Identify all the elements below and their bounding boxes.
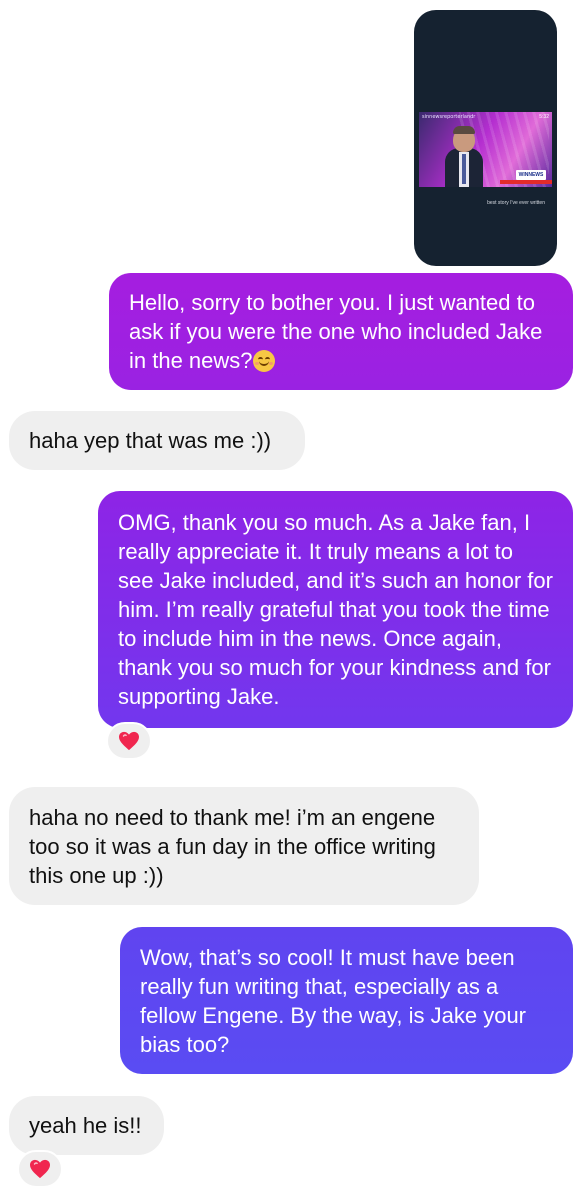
outgoing-message-bubble[interactable]: OMG, thank you so much. As a Jake fan, I…: [98, 491, 573, 728]
incoming-message-bubble[interactable]: haha yep that was me :)): [9, 411, 305, 470]
outgoing-message-bubble[interactable]: Wow, that’s so cool! It must have been r…: [120, 927, 573, 1074]
message-text: OMG, thank you so much. As a Jake fan, I…: [118, 510, 553, 709]
story-caption: best story I've ever written: [487, 200, 545, 206]
message-text: haha no need to thank me! i’m an engene …: [29, 804, 436, 888]
heart-icon: [119, 731, 139, 751]
shared-story-preview[interactable]: sinnewsreporterlandr 5:32 WINNEWS best s…: [414, 10, 557, 266]
message-text: Hello, sorry to bother you. I just wante…: [129, 290, 543, 373]
smiling-face-emoji-icon: [252, 350, 275, 372]
thumbnail-topline: sinnewsreporterlandr: [422, 114, 476, 120]
incoming-message-bubble[interactable]: yeah he is!!: [9, 1096, 164, 1155]
heart-reaction[interactable]: [106, 722, 152, 760]
news-video-thumbnail: sinnewsreporterlandr 5:32 WINNEWS: [419, 112, 552, 187]
heart-icon: [30, 1159, 50, 1179]
thumbnail-time: 5:32: [539, 114, 549, 120]
message-text: haha yep that was me :)): [29, 428, 272, 453]
chat-thread: sinnewsreporterlandr 5:32 WINNEWS best s…: [0, 0, 585, 1199]
message-text: yeah he is!!: [29, 1113, 142, 1138]
heart-reaction[interactable]: [17, 1150, 63, 1188]
outgoing-message-bubble[interactable]: Hello, sorry to bother you. I just wante…: [109, 273, 573, 390]
news-logo: WINNEWS: [516, 170, 546, 180]
message-text: Wow, that’s so cool! It must have been r…: [140, 944, 527, 1057]
incoming-message-bubble[interactable]: haha no need to thank me! i’m an engene …: [9, 787, 479, 905]
